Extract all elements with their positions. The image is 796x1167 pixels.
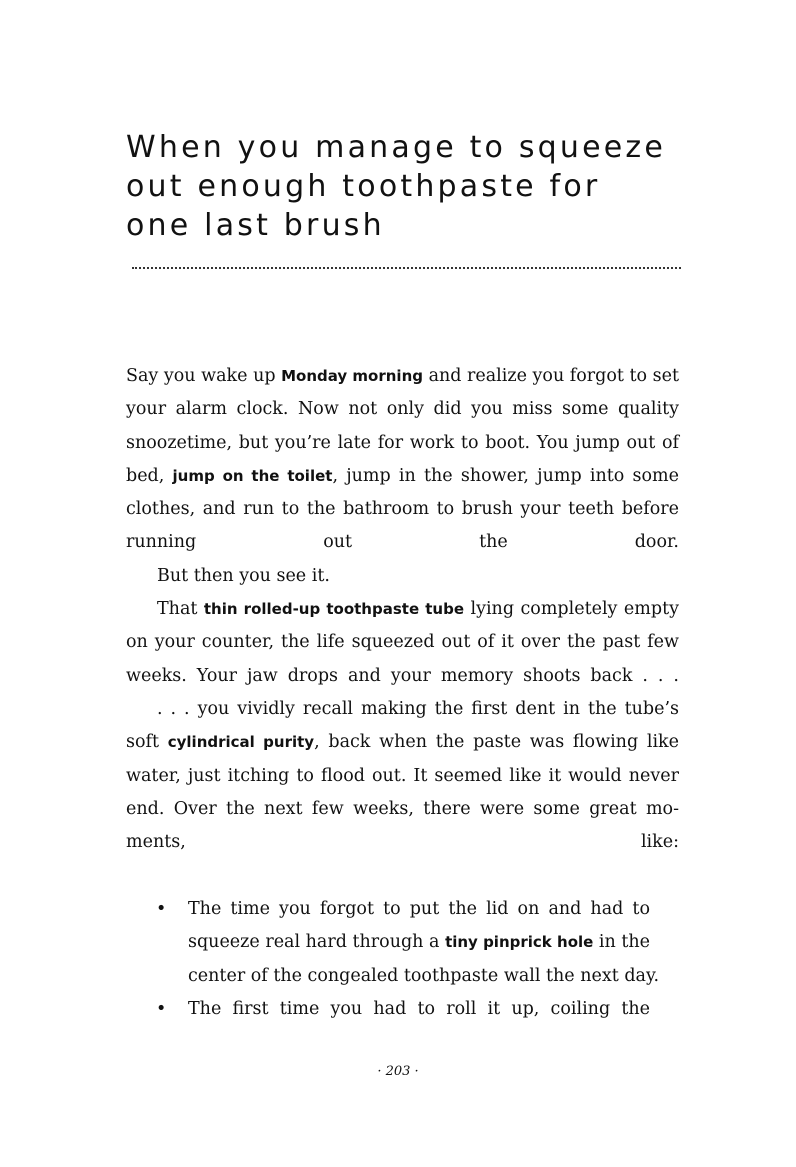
text-segment: bed, [126,465,173,486]
text-line: center of the congealed toothpaste wall … [188,965,660,986]
text-line: water, just itching to flood out. It see… [126,765,679,786]
text-line: The time you forgot to put the lid on an… [188,899,650,919]
text-line: clothes, and run to the bathroom to brus… [126,499,679,520]
chapter-title-line-2: out enough toothpaste for [126,169,601,204]
page-number: · 203 · [377,1064,419,1079]
list-item-text: The first time you had to roll it up, co… [188,993,650,1026]
dotted-divider [132,267,681,269]
list-item-text: The time you forgot to put the lid on an… [188,893,660,993]
text-segment: squeeze real hard through a [188,932,446,953]
bullet-icon: • [156,998,167,1019]
bullet-icon: • [156,899,167,919]
text-line: your alarm clock. Now not only did you m… [126,399,679,420]
paragraph-2: But then you see it. [126,560,679,593]
chapter-title-line-1: When you manage to squeeze [126,130,667,165]
text-segment: lying completely empty [464,599,679,620]
body-text: Say you wake up Monday morning and reali… [126,360,679,859]
bold-phrase: cylindrical purity [167,733,315,752]
text-line: The first time you had to roll it up, co… [188,998,650,1019]
text-line: Say you wake up Monday morning and reali… [126,360,679,393]
text-segment: , jump in the shower, jump into some [332,465,679,486]
text-line: squeeze real hard through a tiny pinpric… [188,926,650,959]
text-line: snoozetime, but you’re late for work to … [126,432,679,453]
chapter-title: When you manage to squeeze out enough to… [126,128,696,245]
bold-phrase: jump on the toilet [172,466,333,485]
text-line: But then you see it. [157,565,330,586]
paragraph-3: That thin rolled-up toothpaste tube lyin… [126,593,679,693]
text-segment: , back when the paste was flowing like [314,732,680,753]
bold-phrase: Monday morning [281,367,423,385]
text-segment: and realize you forgot to set [423,366,679,386]
text-line: soft cylindrical purity, back when the p… [126,726,679,759]
bold-phrase: tiny pinprick hole [445,933,594,952]
paragraph-4: . . . you vividly recall making the firs… [126,693,679,859]
list-item: • The first time you had to roll it up, … [126,993,650,1026]
text-line: That thin rolled-up toothpaste tube lyin… [126,593,679,626]
text-segment: in the [593,932,651,953]
text-line: bed, jump on the toilet, jump in the sho… [126,460,679,493]
text-segment: soft [126,732,168,753]
text-line: running out the door. [126,532,679,553]
paragraph-1: Say you wake up Monday morning and reali… [126,360,679,560]
text-line: . . . you vividly recall making the firs… [157,698,679,719]
list-item: • The time you forgot to put the lid on … [126,893,660,993]
bold-phrase: thin rolled-up toothpaste tube [203,600,464,619]
bullet-list: • The time you forgot to put the lid on … [126,893,679,1026]
text-line: weeks. Your jaw drops and your memory sh… [126,665,679,686]
text-segment: Say you wake up [126,366,282,386]
text-line: ments, like: [126,832,679,853]
text-segment: That [157,599,204,620]
text-line: end. Over the next few weeks, there were… [126,798,679,819]
text-line: on your counter, the life squeezed out o… [126,632,679,653]
chapter-title-line-3: one last brush [126,208,385,243]
